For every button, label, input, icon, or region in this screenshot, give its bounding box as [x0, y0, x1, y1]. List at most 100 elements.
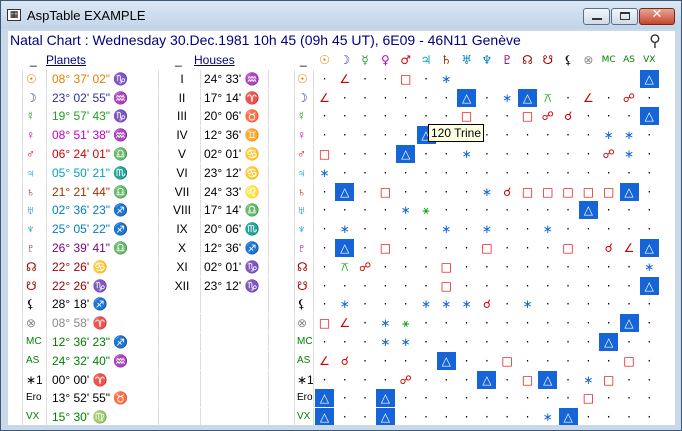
square-aspect-cell[interactable]: □	[538, 183, 557, 201]
aspect-cell[interactable]: ·	[498, 145, 517, 163]
aspect-cell[interactable]: ·	[417, 183, 436, 201]
aspect-cell[interactable]: ·	[417, 70, 436, 88]
aspect-cell[interactable]: ·	[599, 201, 618, 219]
aspect-cell[interactable]: ·	[620, 220, 639, 238]
aspect-cell[interactable]: ·	[620, 107, 639, 125]
conjunction-aspect-cell[interactable]: ☌	[335, 352, 354, 370]
aspect-cell[interactable]: ·	[376, 220, 395, 238]
aspect-cell[interactable]: ·	[538, 164, 557, 182]
aspect-cell[interactable]: ·	[457, 314, 476, 332]
aspect-cell[interactable]: ·	[599, 89, 618, 107]
aspect-cell[interactable]: ⚻	[335, 258, 354, 276]
square-aspect-cell[interactable]: □	[376, 183, 395, 201]
aspect-cell[interactable]: ·	[356, 389, 375, 407]
aspect-cell[interactable]: ·	[477, 89, 496, 107]
aspect-cell[interactable]: ·	[579, 295, 598, 313]
aspect-cell[interactable]: ·	[457, 183, 476, 201]
aspect-cell[interactable]: ·	[315, 371, 334, 389]
aspect-cell[interactable]: ·	[477, 277, 496, 295]
conjunction-aspect-cell[interactable]: ☌	[599, 239, 618, 257]
aspect-cell[interactable]: ·	[559, 333, 578, 351]
aspect-cell[interactable]: ·	[518, 333, 537, 351]
aspect-cell[interactable]: ·	[498, 258, 517, 276]
aspect-cell[interactable]: ·	[396, 220, 415, 238]
aspect-cell[interactable]: ·	[417, 371, 436, 389]
aspect-cell[interactable]: ·	[620, 277, 639, 295]
aspect-cell[interactable]: ·	[457, 239, 476, 257]
aspect-cell[interactable]: ·	[498, 333, 517, 351]
aspect-cell[interactable]: ·	[457, 164, 476, 182]
aspect-cell[interactable]: ·	[518, 201, 537, 219]
aspect-cell[interactable]: ·	[640, 89, 659, 107]
square-aspect-cell[interactable]: □	[518, 371, 537, 389]
trine-aspect-cell[interactable]: △	[639, 276, 659, 295]
aspect-cell[interactable]: ·	[640, 314, 659, 332]
aspect-cell[interactable]: ·	[396, 389, 415, 407]
sextile-aspect-cell[interactable]: ∗	[335, 295, 354, 313]
trine-aspect-cell[interactable]: △	[436, 351, 456, 370]
aspect-cell[interactable]: ·	[315, 277, 334, 295]
aspect-cell[interactable]: ·	[457, 352, 476, 370]
aspect-cell[interactable]: ·	[579, 164, 598, 182]
opposition-aspect-cell[interactable]: ☍	[599, 145, 618, 163]
aspect-cell[interactable]: ·	[498, 220, 517, 238]
aspect-cell[interactable]: ·	[396, 352, 415, 370]
aspect-cell[interactable]: ·	[376, 126, 395, 144]
aspect-cell[interactable]: ·	[640, 333, 659, 351]
trine-aspect-cell[interactable]: △	[639, 107, 659, 126]
trine-aspect-cell[interactable]: △	[375, 389, 395, 408]
sextile-aspect-cell[interactable]: ∗	[498, 89, 517, 107]
app-icon[interactable]: ▦	[7, 9, 21, 21]
aspect-cell[interactable]: ·	[640, 183, 659, 201]
sextile-aspect-cell[interactable]: ∗	[579, 371, 598, 389]
aspect-cell[interactable]: ·	[335, 107, 354, 125]
trine-aspect-cell[interactable]: △	[578, 201, 598, 220]
aspect-cell[interactable]: ·	[477, 314, 496, 332]
aspect-cell[interactable]: ∠	[335, 70, 354, 88]
sextile-aspect-cell[interactable]: ∗	[437, 70, 456, 88]
aspect-cell[interactable]: ·	[559, 258, 578, 276]
aspect-cell[interactable]: ·	[396, 183, 415, 201]
trine-aspect-cell[interactable]: △	[375, 408, 395, 425]
aspect-cell[interactable]: ·	[376, 164, 395, 182]
aspect-cell[interactable]: ·	[518, 314, 537, 332]
aspect-cell[interactable]	[579, 70, 598, 88]
square-aspect-cell[interactable]: □	[579, 389, 598, 407]
aspect-cell[interactable]: ·	[335, 145, 354, 163]
sextile-aspect-cell[interactable]: ∗	[417, 295, 436, 313]
aspect-cell[interactable]: ·	[538, 239, 557, 257]
aspect-cell[interactable]: ·	[335, 89, 354, 107]
aspect-cell[interactable]	[620, 70, 639, 88]
trine-aspect-cell[interactable]: △	[457, 88, 477, 107]
aspect-cell[interactable]: ·	[579, 258, 598, 276]
aspect-cell[interactable]: ·	[518, 164, 537, 182]
aspect-cell[interactable]: ·	[437, 408, 456, 425]
aspect-cell[interactable]: ·	[599, 277, 618, 295]
aspect-cell[interactable]: ·	[376, 352, 395, 370]
aspect-cell[interactable]: ·	[498, 295, 517, 313]
aspect-cell[interactable]: ·	[315, 258, 334, 276]
aspect-cell[interactable]: ·	[538, 389, 557, 407]
aspect-cell[interactable]: ·	[640, 295, 659, 313]
aspect-cell[interactable]: ·	[396, 239, 415, 257]
aspect-cell[interactable]: ·	[417, 314, 436, 332]
aspect-cell[interactable]: ·	[376, 89, 395, 107]
aspect-cell[interactable]: ∠	[315, 352, 334, 370]
aspect-cell[interactable]	[559, 70, 578, 88]
sextile-aspect-cell[interactable]: ∗	[640, 258, 659, 276]
square-aspect-cell[interactable]: □	[477, 239, 496, 257]
aspect-cell[interactable]	[457, 70, 476, 88]
aspect-cell[interactable]: ·	[417, 89, 436, 107]
conjunction-aspect-cell[interactable]: ☌	[559, 107, 578, 125]
aspect-cell[interactable]: ·	[396, 107, 415, 125]
aspect-cell[interactable]: ·	[477, 201, 496, 219]
close-button[interactable]: ✕	[639, 7, 675, 25]
aspect-cell[interactable]: ·	[315, 126, 334, 144]
aspect-cell[interactable]: ·	[559, 295, 578, 313]
aspect-cell[interactable]: ·	[376, 295, 395, 313]
aspect-cell[interactable]: ·	[417, 258, 436, 276]
aspect-cell[interactable]: ·	[599, 295, 618, 313]
aspect-cell[interactable]: ·	[559, 164, 578, 182]
aspect-cell[interactable]: ·	[518, 220, 537, 238]
trine-aspect-cell[interactable]: △	[335, 239, 355, 257]
